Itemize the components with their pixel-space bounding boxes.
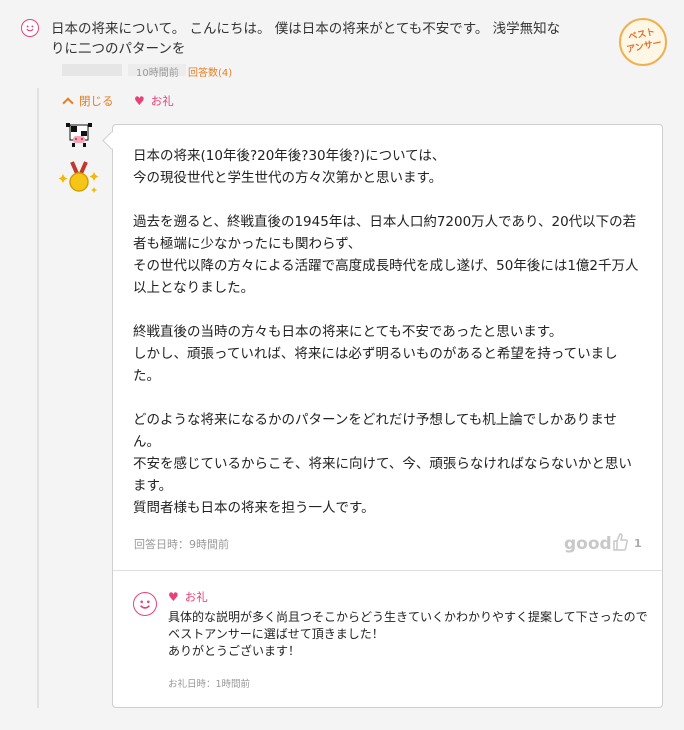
close-label: 閉じる	[79, 94, 114, 108]
reply-label-text: お礼	[184, 590, 208, 604]
thread-line	[37, 88, 39, 708]
questioner-avatar-icon	[133, 592, 157, 616]
answer-count-link[interactable]: 回答数(4)	[188, 64, 232, 79]
chevron-up-icon	[62, 97, 74, 109]
close-button[interactable]: 閉じる	[62, 93, 114, 109]
reply-text: 具体的な説明が多く尚且つそこからどう生きていくかわかりやすく提案して下さったので…	[168, 610, 648, 658]
cow-avatar-icon	[66, 123, 92, 147]
medal-icon	[58, 161, 99, 193]
best-answer-badge-label: ベスト アンサー	[625, 27, 663, 56]
good-count: 1	[634, 537, 642, 550]
thumbs-up-icon	[612, 533, 628, 551]
answer-paragraph: どのような将来になるかのパターンをどれだけ予想しても机上論でしかありません。 不…	[133, 412, 632, 516]
good-button[interactable]: good	[564, 533, 628, 554]
questioner-avatar-icon	[21, 19, 39, 37]
good-label: good	[564, 534, 612, 554]
reply-date: お礼日時：1時間前	[168, 679, 251, 690]
thanks-label: お礼	[150, 94, 174, 108]
answer-date: 回答日時：9時間前	[134, 538, 229, 551]
answer-paragraph: 過去を遡ると、終戦直後の1945年は、日本人口約7200万人であり、20代以下の…	[133, 214, 639, 296]
divider	[113, 570, 662, 571]
heart-icon: ♥	[168, 590, 179, 604]
hidden-username	[62, 64, 122, 76]
reply-label: ♥ お礼	[168, 589, 208, 605]
answer-paragraph: 日本の将来(10年後?20年後?30年後?)については、 今の現役世代と学生世代…	[133, 148, 446, 186]
heart-icon: ♥	[134, 94, 145, 108]
best-answer-badge-icon: ベスト アンサー	[619, 18, 667, 66]
answer-paragraph: 終戦直後の当時の方々も日本の将来にとても不安であったと思います。 しかし、頑張っ…	[133, 324, 618, 384]
thanks-button[interactable]: ♥ お礼	[134, 93, 174, 109]
answer-body: 日本の将来(10年後?20年後?30年後?)については、 今の現役世代と学生世代…	[133, 145, 641, 519]
question-time: 10時間前	[136, 68, 179, 79]
question-text[interactable]: 日本の将来について。 こんにちは。 僕は日本の将来がとても不安です。 浅学無知な…	[51, 19, 571, 59]
